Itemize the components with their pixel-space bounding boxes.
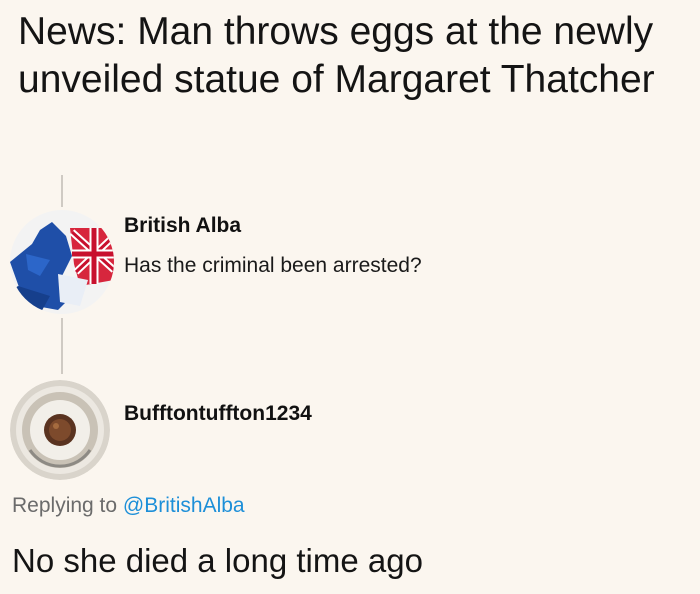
reply-author-name[interactable]: Bufftontuffton1234 [124, 402, 312, 426]
news-headline: News: Man throws eggs at the newly unvei… [18, 10, 655, 101]
comment-text: Has the criminal been arrested? [124, 254, 422, 277]
british-alba-avatar[interactable] [10, 210, 114, 314]
replying-handle-link[interactable]: @BritishAlba [123, 494, 245, 517]
union-flag-saltire-avatar-icon [10, 210, 114, 314]
coin-plate-avatar-icon [10, 380, 110, 480]
reply-text: No she died a long time ago [12, 542, 423, 579]
thread-line-mid [61, 318, 63, 374]
thread-line-top [61, 175, 63, 207]
replying-to-line: Replying to @BritishAlba [12, 494, 245, 518]
bufftontuffton-avatar[interactable] [10, 380, 110, 480]
replying-prefix: Replying to [12, 494, 118, 517]
comment-author-name[interactable]: British Alba [124, 214, 241, 238]
